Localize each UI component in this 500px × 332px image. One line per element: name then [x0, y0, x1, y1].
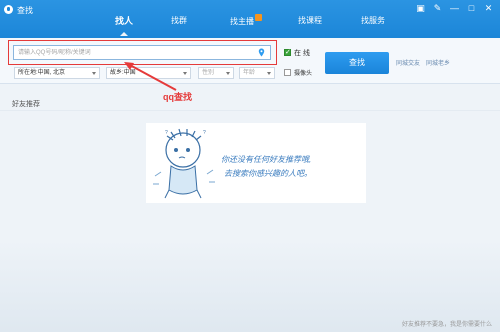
location-dropdown[interactable]: 所在地:中国, 北京	[14, 67, 100, 79]
window-title: 查找	[17, 6, 33, 15]
empty-hint-line1: 你还没有任何好友推荐哦,	[221, 155, 312, 164]
location-value: 所在地:中国, 北京	[18, 70, 66, 76]
svg-text:?: ?	[165, 130, 168, 136]
chevron-down-icon	[92, 72, 96, 75]
gender-value: 性别	[202, 70, 215, 76]
window-controls: ▣ ✎ — □ ✕	[415, 3, 494, 14]
camera-label: 摄像头	[294, 71, 313, 77]
title-bar: 查找 ▣ ✎ — □ ✕ 找人 找群 找主播 找课程 找服务	[0, 0, 500, 38]
bottom-area: 好友推荐不要急，我是你需要什么	[0, 240, 500, 332]
find-button[interactable]: 查找	[325, 52, 389, 74]
camera-checkbox[interactable]	[284, 69, 291, 76]
online-checkbox[interactable]	[284, 48, 291, 56]
footer-text: 好友推荐不要急，我是你需要什么	[401, 322, 492, 328]
annotation-label: qq查找	[163, 92, 192, 102]
hot-badge-icon	[255, 14, 262, 21]
friend-recommend-panel: ? ? 你还没有任何好友推荐哦, 去搜索你感兴趣的人吧。	[146, 123, 366, 203]
mascot-icon: ? ?	[153, 128, 215, 199]
gender-dropdown[interactable]: 性别	[198, 67, 234, 79]
chevron-down-icon	[267, 72, 271, 75]
chevron-down-icon	[226, 72, 230, 75]
message-icon[interactable]: ▣	[415, 3, 426, 14]
age-dropdown[interactable]: 年龄	[239, 67, 275, 79]
same-hometown-link[interactable]: 同城老乡	[426, 58, 450, 67]
app-icon	[4, 5, 13, 14]
divider	[0, 110, 500, 111]
tab-find-hosts[interactable]: 找主播	[226, 14, 266, 32]
section-title: 好友推荐	[12, 101, 40, 108]
age-value: 年龄	[243, 70, 256, 76]
tab-bar: 找人 找群 找主播 找课程 找服务	[100, 14, 400, 36]
online-label: 在 线	[294, 50, 310, 57]
settings-icon[interactable]: ✎	[432, 3, 443, 14]
empty-hint-line2: 去搜索你感兴趣的人吧。	[224, 169, 312, 178]
tab-find-groups[interactable]: 找群	[167, 14, 191, 32]
find-window: 查找 ▣ ✎ — □ ✕ 找人 找群 找主播 找课程 找服务 在 线 摄像头 查…	[0, 0, 500, 332]
same-city-link[interactable]: 同城交友	[396, 58, 420, 67]
tab-find-people[interactable]: 找人	[112, 14, 136, 36]
close-icon[interactable]: ✕	[483, 3, 494, 14]
tab-find-courses[interactable]: 找课程	[295, 14, 325, 32]
tab-find-hosts-label: 找主播	[230, 17, 254, 26]
maximize-icon[interactable]: □	[466, 3, 477, 14]
svg-text:?: ?	[203, 130, 206, 136]
tab-find-services[interactable]: 找服务	[358, 14, 388, 32]
minimize-icon[interactable]: —	[449, 3, 460, 14]
